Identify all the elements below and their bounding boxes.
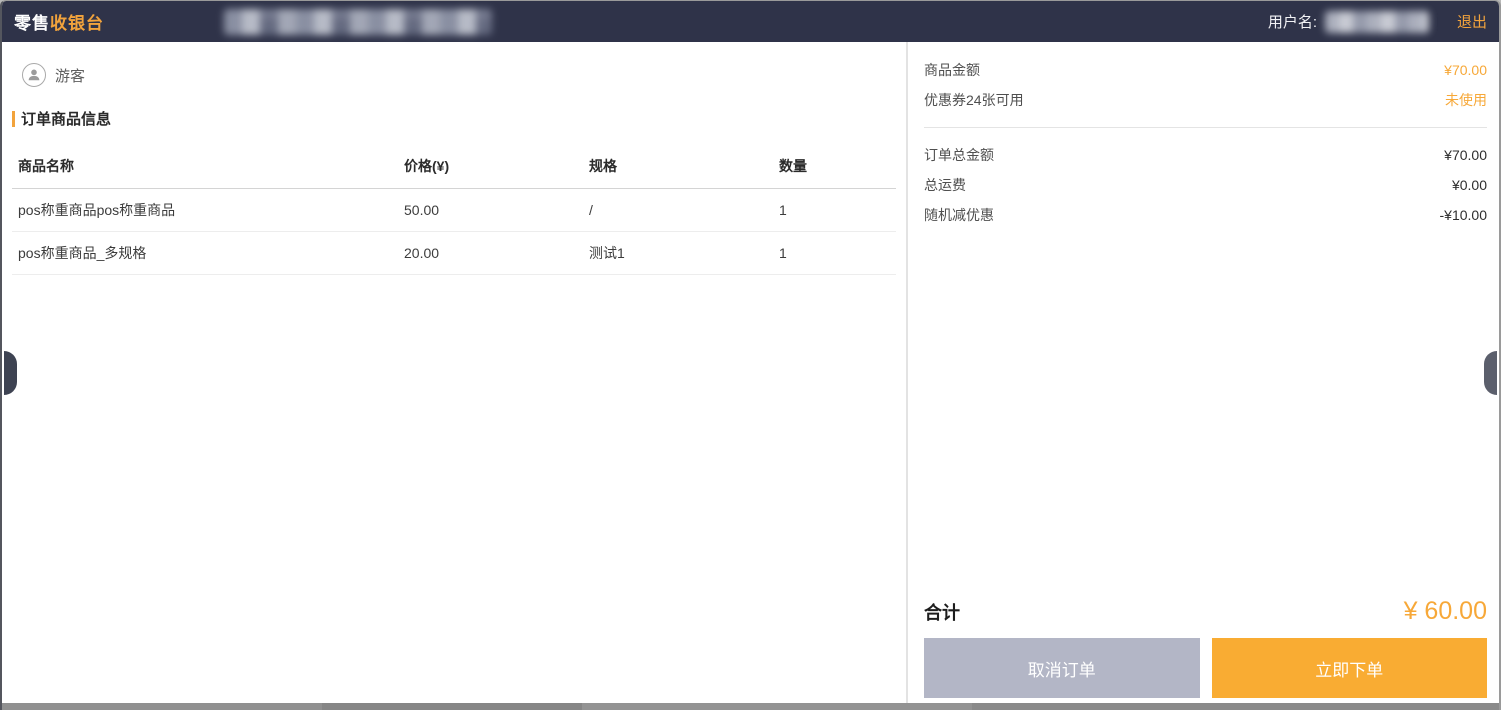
coupon-status[interactable]: 未使用 (1445, 90, 1487, 110)
section-title-text: 订单商品信息 (21, 108, 111, 129)
content-area: 游客 订单商品信息 商品名称 价格(¥) 规格 数量 (2, 42, 1499, 704)
app-title-accent: 收银台 (50, 14, 104, 33)
goods-table-header-row: 商品名称 价格(¥) 规格 数量 (12, 147, 896, 189)
cell-spec: 测试1 (583, 232, 773, 275)
summary-label: 总运费 (924, 175, 966, 195)
summary-row-random-discount: 随机减优惠 -¥10.00 (924, 200, 1487, 230)
customer-row[interactable]: 游客 (22, 62, 896, 88)
goods-table: 商品名称 价格(¥) 规格 数量 pos称重商品pos称重商品 50.00 / … (12, 147, 896, 275)
section-accent-bar (12, 111, 15, 127)
redacted-store-name (224, 9, 492, 35)
summary-label: 优惠券24张可用 (924, 90, 1024, 110)
summary-row-shipping: 总运费 ¥0.00 (924, 170, 1487, 200)
summary-row-goods-amount: 商品金额 ¥70.00 (924, 55, 1487, 85)
left-drawer-handle[interactable] (4, 351, 17, 395)
summary-value: ¥70.00 (1444, 62, 1487, 78)
right-drawer-handle[interactable] (1484, 351, 1497, 395)
cell-spec: / (583, 189, 773, 232)
table-row[interactable]: pos称重商品pos称重商品 50.00 / 1 (12, 189, 896, 232)
column-header-name: 商品名称 (12, 147, 398, 189)
summary-value: -¥10.00 (1440, 207, 1487, 223)
app-title-prefix: 零售 (14, 14, 50, 33)
cell-product-name: pos称重商品pos称重商品 (12, 189, 398, 232)
summary-value: ¥70.00 (1444, 147, 1487, 163)
summary-label: 随机减优惠 (924, 205, 994, 225)
taskbar-segment (972, 703, 1499, 710)
summary-row-order-total: 订单总金额 ¥70.00 (924, 140, 1487, 170)
username-label: 用户名: (1268, 11, 1317, 32)
cell-product-name: pos称重商品_多规格 (12, 232, 398, 275)
summary-label: 订单总金额 (924, 145, 994, 165)
top-bar-right: 用户名: 退出 (1268, 11, 1487, 33)
column-header-spec: 规格 (583, 147, 773, 189)
section-title-order-goods: 订单商品信息 (12, 108, 896, 129)
guest-avatar-icon (22, 63, 46, 87)
total-row: 合计 ¥ 60.00 (924, 597, 1487, 626)
order-goods-panel: 游客 订单商品信息 商品名称 价格(¥) 规格 数量 (2, 42, 908, 704)
taskbar-segment (2, 703, 322, 710)
taskbar-peek (2, 703, 1499, 710)
cancel-order-button[interactable]: 取消订单 (924, 638, 1200, 698)
taskbar-segment (582, 703, 972, 710)
total-label: 合计 (924, 599, 960, 625)
redacted-username (1325, 11, 1429, 33)
place-order-button[interactable]: 立即下单 (1212, 638, 1488, 698)
order-summary-panel: 商品金额 ¥70.00 优惠券24张可用 未使用 订单总金额 ¥70.00 总运… (908, 42, 1499, 704)
summary-label: 商品金额 (924, 60, 980, 80)
taskbar-segment (322, 703, 582, 710)
summary-divider (924, 127, 1487, 128)
action-buttons: 取消订单 立即下单 (924, 638, 1487, 698)
total-amount: ¥ 60.00 (1404, 597, 1487, 626)
spacer (924, 230, 1487, 597)
pos-window: 零售收银台 用户名: 退出 游客 订单商品信息 (0, 0, 1501, 710)
logout-button[interactable]: 退出 (1457, 11, 1487, 32)
cell-qty: 1 (773, 232, 896, 275)
app-title: 零售收银台 (14, 9, 104, 34)
guest-label: 游客 (55, 65, 85, 86)
cell-qty: 1 (773, 189, 896, 232)
summary-row-coupon[interactable]: 优惠券24张可用 未使用 (924, 85, 1487, 115)
column-header-price: 价格(¥) (398, 147, 583, 189)
summary-value: ¥0.00 (1452, 177, 1487, 193)
cell-price: 20.00 (398, 232, 583, 275)
column-header-qty: 数量 (773, 147, 896, 189)
table-row[interactable]: pos称重商品_多规格 20.00 测试1 1 (12, 232, 896, 275)
cell-price: 50.00 (398, 189, 583, 232)
top-bar: 零售收银台 用户名: 退出 (2, 1, 1499, 42)
